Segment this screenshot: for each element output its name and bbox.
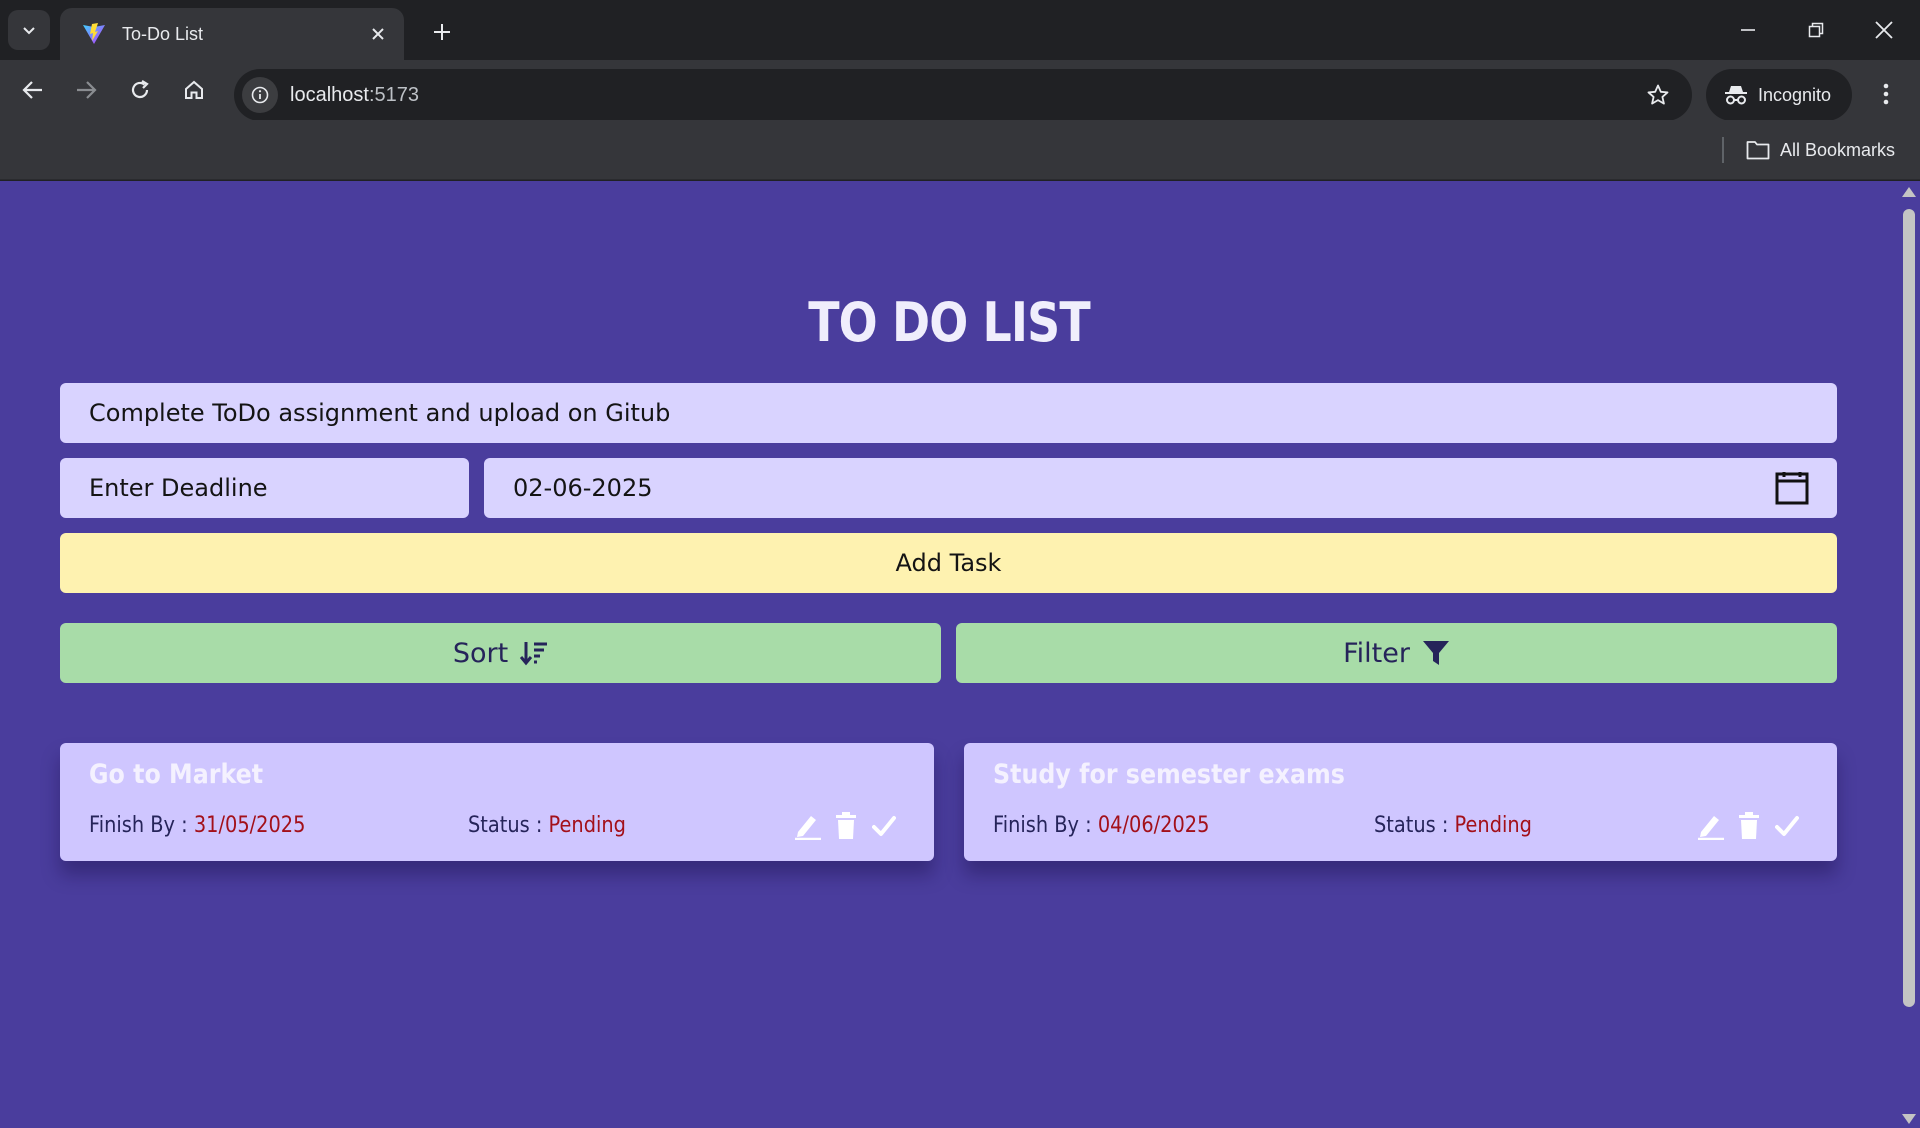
add-task-button[interactable]: Add Task — [60, 533, 1837, 593]
sort-icon — [520, 642, 548, 666]
todo-app: TO DO LIST Complete ToDo assignment and … — [0, 181, 1898, 1128]
task-title: Study for semester exams — [993, 759, 1345, 790]
filter-button-label: Filter — [1343, 637, 1410, 669]
site-info-icon[interactable] — [242, 77, 278, 113]
plus-icon — [434, 24, 450, 40]
finish-by-date: 04/06/2025 — [1097, 813, 1210, 838]
task-status: Status : Pending — [468, 813, 626, 838]
finish-by-label: Finish By : — [89, 813, 194, 838]
all-bookmarks-button[interactable]: All Bookmarks — [1746, 134, 1895, 166]
task-status: Status : Pending — [1374, 813, 1532, 838]
close-window-button[interactable] — [1856, 8, 1912, 52]
status-label: Status : — [1374, 813, 1455, 838]
folder-icon — [1746, 141, 1770, 160]
back-button[interactable] — [13, 70, 53, 110]
complete-check-icon[interactable] — [1773, 811, 1801, 841]
bookmark-star-icon[interactable] — [1638, 75, 1678, 115]
restore-icon — [1808, 22, 1824, 38]
incognito-icon — [1725, 86, 1747, 105]
deadline-label: Enter Deadline — [60, 458, 469, 518]
arrow-left-icon — [22, 81, 42, 99]
vite-logo-icon — [83, 23, 105, 44]
new-tab-button[interactable] — [424, 14, 460, 50]
delete-icon[interactable] — [1735, 811, 1763, 841]
incognito-label: Incognito — [1758, 84, 1832, 105]
url-port: :5173 — [368, 83, 419, 106]
minimize-button[interactable] — [1720, 8, 1776, 52]
task-title: Go to Market — [89, 759, 264, 790]
task-input[interactable]: Complete ToDo assignment and upload on G… — [60, 383, 1837, 443]
delete-icon[interactable] — [832, 811, 860, 841]
status-label: Status : — [468, 813, 549, 838]
calendar-icon[interactable] — [1775, 471, 1809, 505]
scroll-up-arrow-icon[interactable] — [1902, 187, 1916, 197]
task-card: Go to Market Finish By : 31/05/2025 Stat… — [60, 743, 934, 861]
scroll-thumb[interactable] — [1903, 209, 1915, 1007]
scroll-down-arrow-icon[interactable] — [1902, 1114, 1916, 1124]
filter-icon — [1422, 641, 1449, 665]
home-icon — [185, 80, 203, 99]
minimize-icon — [1741, 29, 1755, 31]
page-scrollbar[interactable] — [1898, 181, 1920, 1128]
deadline-date-input[interactable]: 02-06-2025 — [484, 458, 1837, 518]
url-host: localhost — [290, 83, 369, 106]
browser-tab-strip: To-Do List — [0, 0, 1920, 60]
date-value: 02-06-2025 — [513, 474, 653, 502]
bookmarks-bar: All Bookmarks — [0, 120, 1920, 180]
address-bar[interactable]: localhost:5173 — [234, 69, 1692, 121]
sort-button-label: Sort — [452, 637, 509, 669]
chevron-down-icon — [23, 27, 35, 35]
restore-button[interactable] — [1788, 8, 1844, 52]
task-actions — [1697, 811, 1801, 841]
task-finish-by: Finish By : 31/05/2025 — [89, 813, 305, 838]
finish-by-label: Finish By : — [993, 813, 1098, 838]
complete-check-icon[interactable] — [870, 811, 898, 841]
url-text: localhost:5173 — [290, 84, 1638, 107]
home-button[interactable] — [174, 70, 214, 110]
close-tab-icon[interactable] — [364, 20, 392, 48]
close-icon — [1875, 21, 1893, 39]
finish-by-date: 31/05/2025 — [193, 813, 306, 838]
task-actions — [794, 811, 898, 841]
sort-button[interactable]: Sort — [60, 623, 941, 683]
browser-menu-button[interactable] — [1866, 74, 1906, 114]
status-value: Pending — [548, 813, 626, 838]
arrow-right-icon — [77, 81, 97, 99]
browser-toolbar: localhost:5173 Incognito — [0, 60, 1920, 121]
filter-button[interactable]: Filter — [956, 623, 1837, 683]
tab-search-button[interactable] — [8, 10, 50, 50]
reload-icon — [131, 80, 149, 99]
status-value: Pending — [1454, 813, 1532, 838]
reload-button[interactable] — [120, 70, 160, 110]
tab-title: To-Do List — [122, 23, 204, 44]
incognito-badge[interactable]: Incognito — [1706, 69, 1852, 121]
more-vertical-icon — [1883, 83, 1889, 105]
browser-tab[interactable]: To-Do List — [60, 8, 404, 60]
forward-button[interactable] — [66, 70, 106, 110]
task-card: Study for semester exams Finish By : 04/… — [964, 743, 1837, 861]
bookmarks-separator — [1722, 137, 1724, 163]
edit-icon[interactable] — [794, 811, 822, 841]
task-finish-by: Finish By : 04/06/2025 — [993, 813, 1209, 838]
all-bookmarks-label: All Bookmarks — [1780, 139, 1896, 160]
edit-icon[interactable] — [1697, 811, 1725, 841]
page-title: TO DO LIST — [808, 291, 1090, 354]
